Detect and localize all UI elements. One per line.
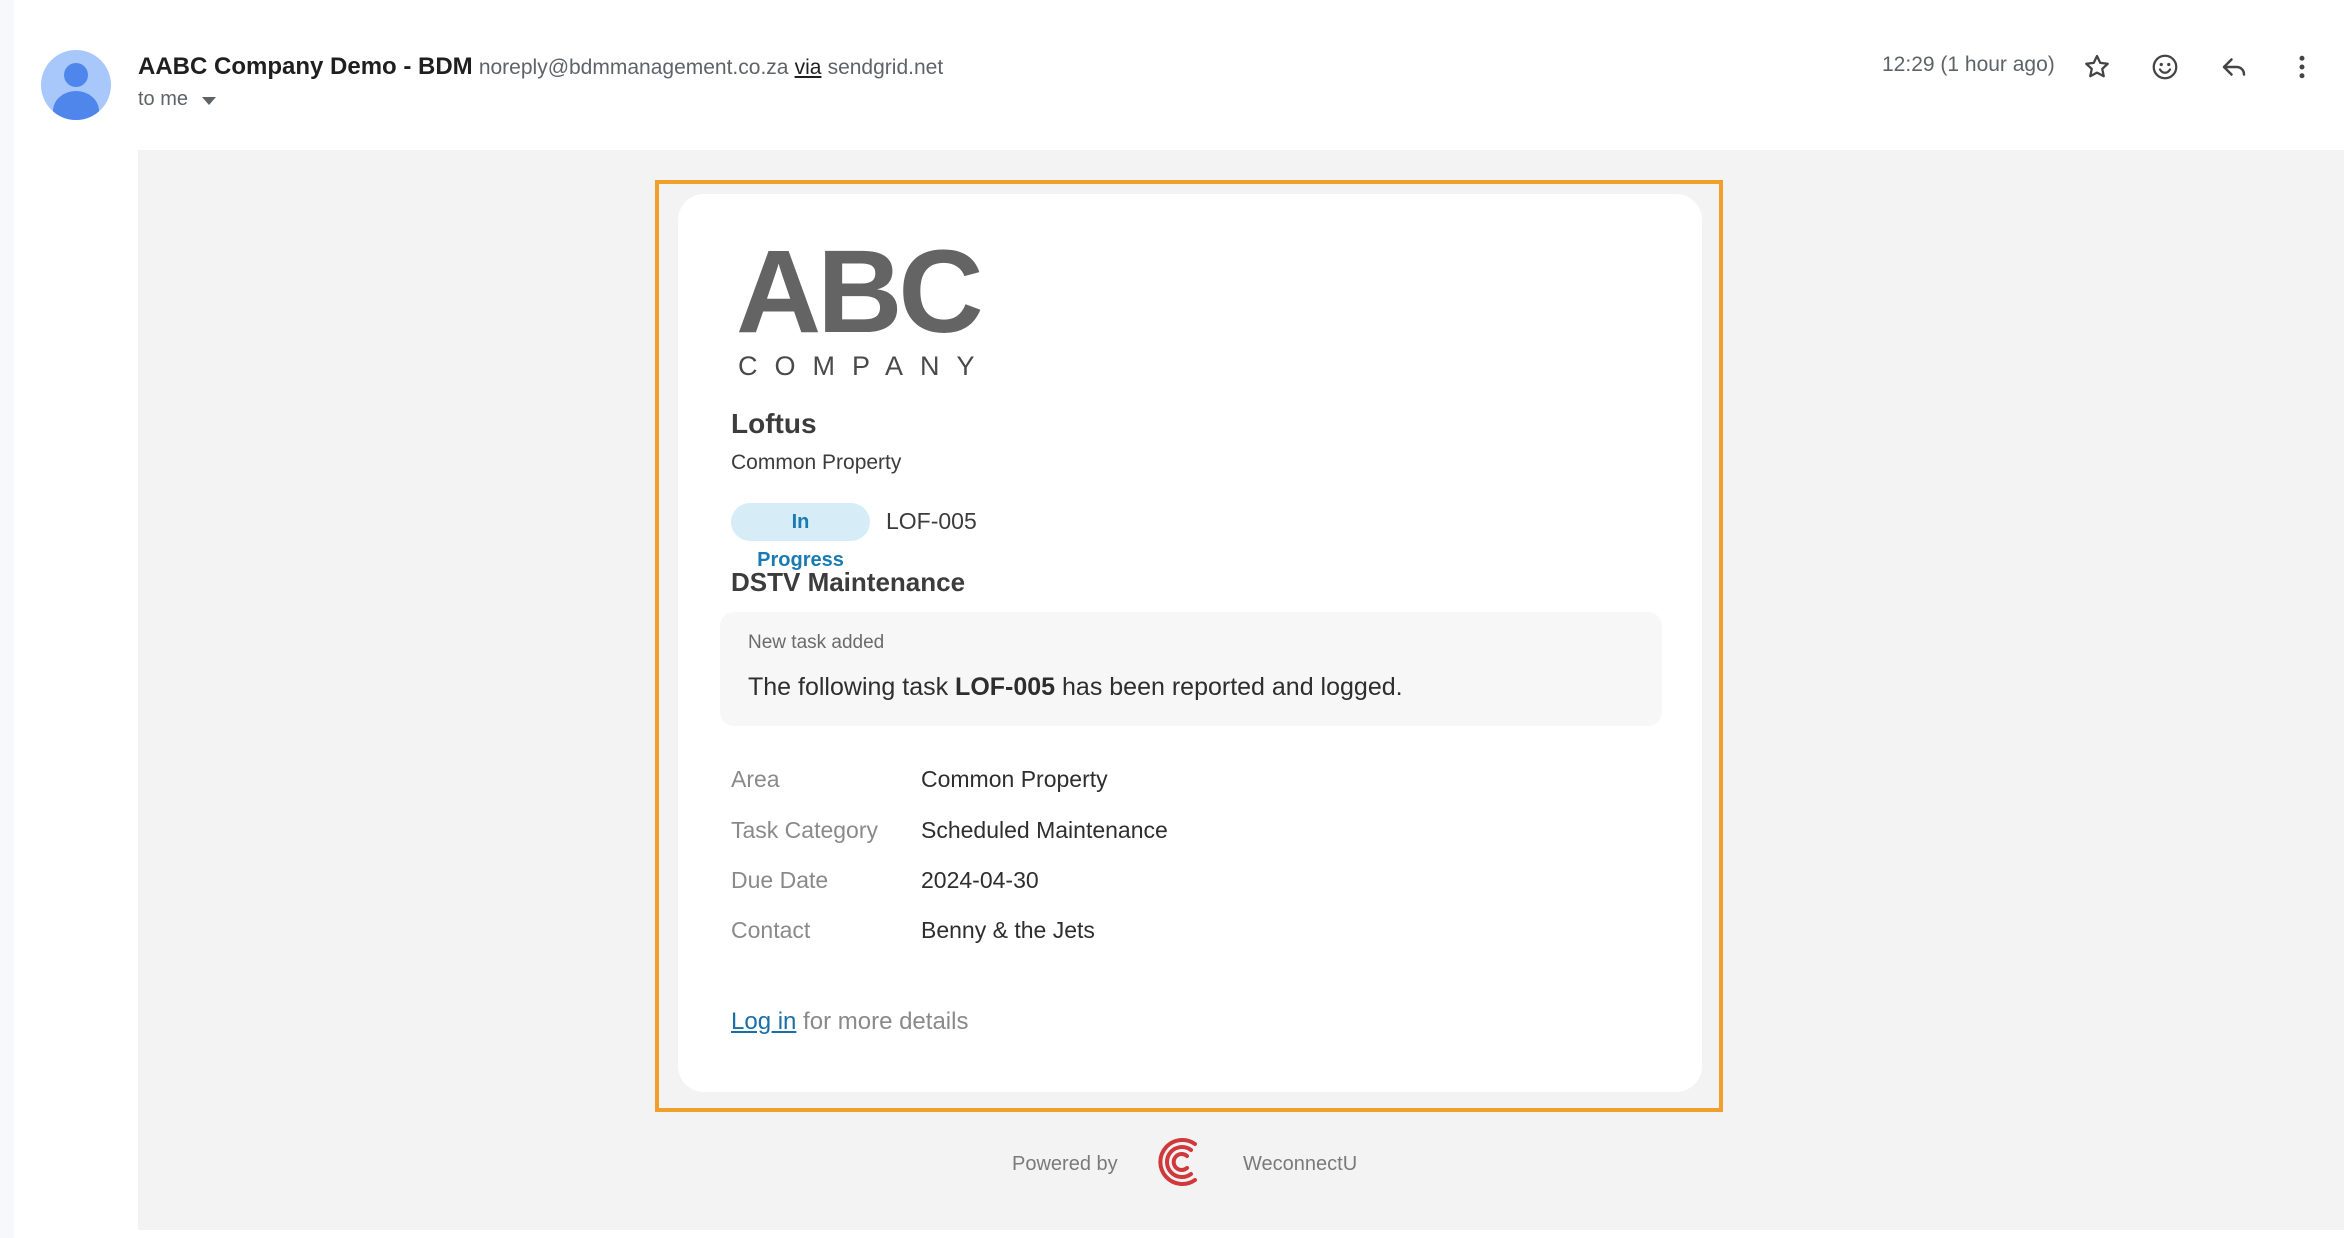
property-area: Common Property	[731, 451, 902, 474]
reply-icon[interactable]	[2214, 47, 2254, 87]
weconnectu-brand[interactable]: WeconnectU	[1243, 1153, 1357, 1176]
avatar-head	[64, 63, 88, 87]
detail-label: Contact	[731, 917, 811, 943]
detail-row-area: Area Common Property	[731, 766, 1108, 793]
chevron-down-icon[interactable]	[202, 96, 217, 105]
recipient-label: to me	[138, 88, 189, 110]
sender-name[interactable]: AABC Company Demo - BDM	[138, 53, 473, 80]
left-strip	[0, 0, 14, 1238]
status-badge: In Progress	[731, 503, 870, 571]
detail-row-task-category: Task Category Scheduled Maintenance	[731, 817, 1168, 844]
recipient-line[interactable]: to me	[138, 88, 217, 111]
login-suffix: for more details	[796, 1008, 969, 1035]
notice-message: The following task LOF-005 has been repo…	[748, 673, 1403, 702]
detail-value: Benny & the Jets	[921, 917, 1095, 943]
weconnectu-logo-icon[interactable]	[1155, 1134, 1205, 1190]
notice-message-pre: The following task	[748, 673, 956, 701]
powered-by-label: Powered by	[1012, 1153, 1118, 1175]
detail-value: Scheduled Maintenance	[921, 817, 1168, 843]
emoji-icon[interactable]	[2145, 47, 2185, 87]
notice-message-post: has been reported and logged.	[1055, 673, 1403, 701]
detail-value: 2024-04-30	[921, 867, 1039, 893]
timestamp: 12:29 (1 hour ago)	[1882, 53, 2055, 76]
abc-logo-subtitle: COMPANY	[738, 351, 992, 381]
detail-label: Task Category	[731, 817, 879, 843]
sender-line: AABC Company Demo - BDM noreply@bdmmanag…	[138, 52, 943, 83]
via-domain: sendgrid.net	[827, 56, 944, 79]
detail-row-due-date: Due Date 2024-04-30	[731, 867, 1039, 894]
detail-label: Area	[731, 766, 780, 792]
task-code: LOF-005	[886, 508, 977, 534]
notice-box	[720, 612, 1662, 726]
detail-value: Common Property	[921, 766, 1108, 792]
detail-row-contact: Contact Benny & the Jets	[731, 917, 1095, 944]
login-line: Log in for more details	[731, 1008, 968, 1036]
task-title: DSTV Maintenance	[731, 567, 966, 597]
notice-message-code: LOF-005	[955, 673, 1056, 701]
via-link[interactable]: via	[795, 56, 822, 79]
abc-logo-text: ABC	[736, 226, 984, 358]
star-icon[interactable]	[2077, 47, 2117, 87]
login-link[interactable]: Log in	[731, 1008, 796, 1035]
notice-heading: New task added	[748, 632, 885, 653]
more-vert-icon[interactable]	[2282, 47, 2322, 87]
avatar-body	[53, 91, 99, 120]
sender-email: noreply@bdmmanagement.co.za	[478, 56, 789, 79]
detail-label: Due Date	[731, 867, 829, 893]
property-name: Loftus	[731, 408, 817, 439]
sender-avatar[interactable]	[41, 50, 111, 120]
